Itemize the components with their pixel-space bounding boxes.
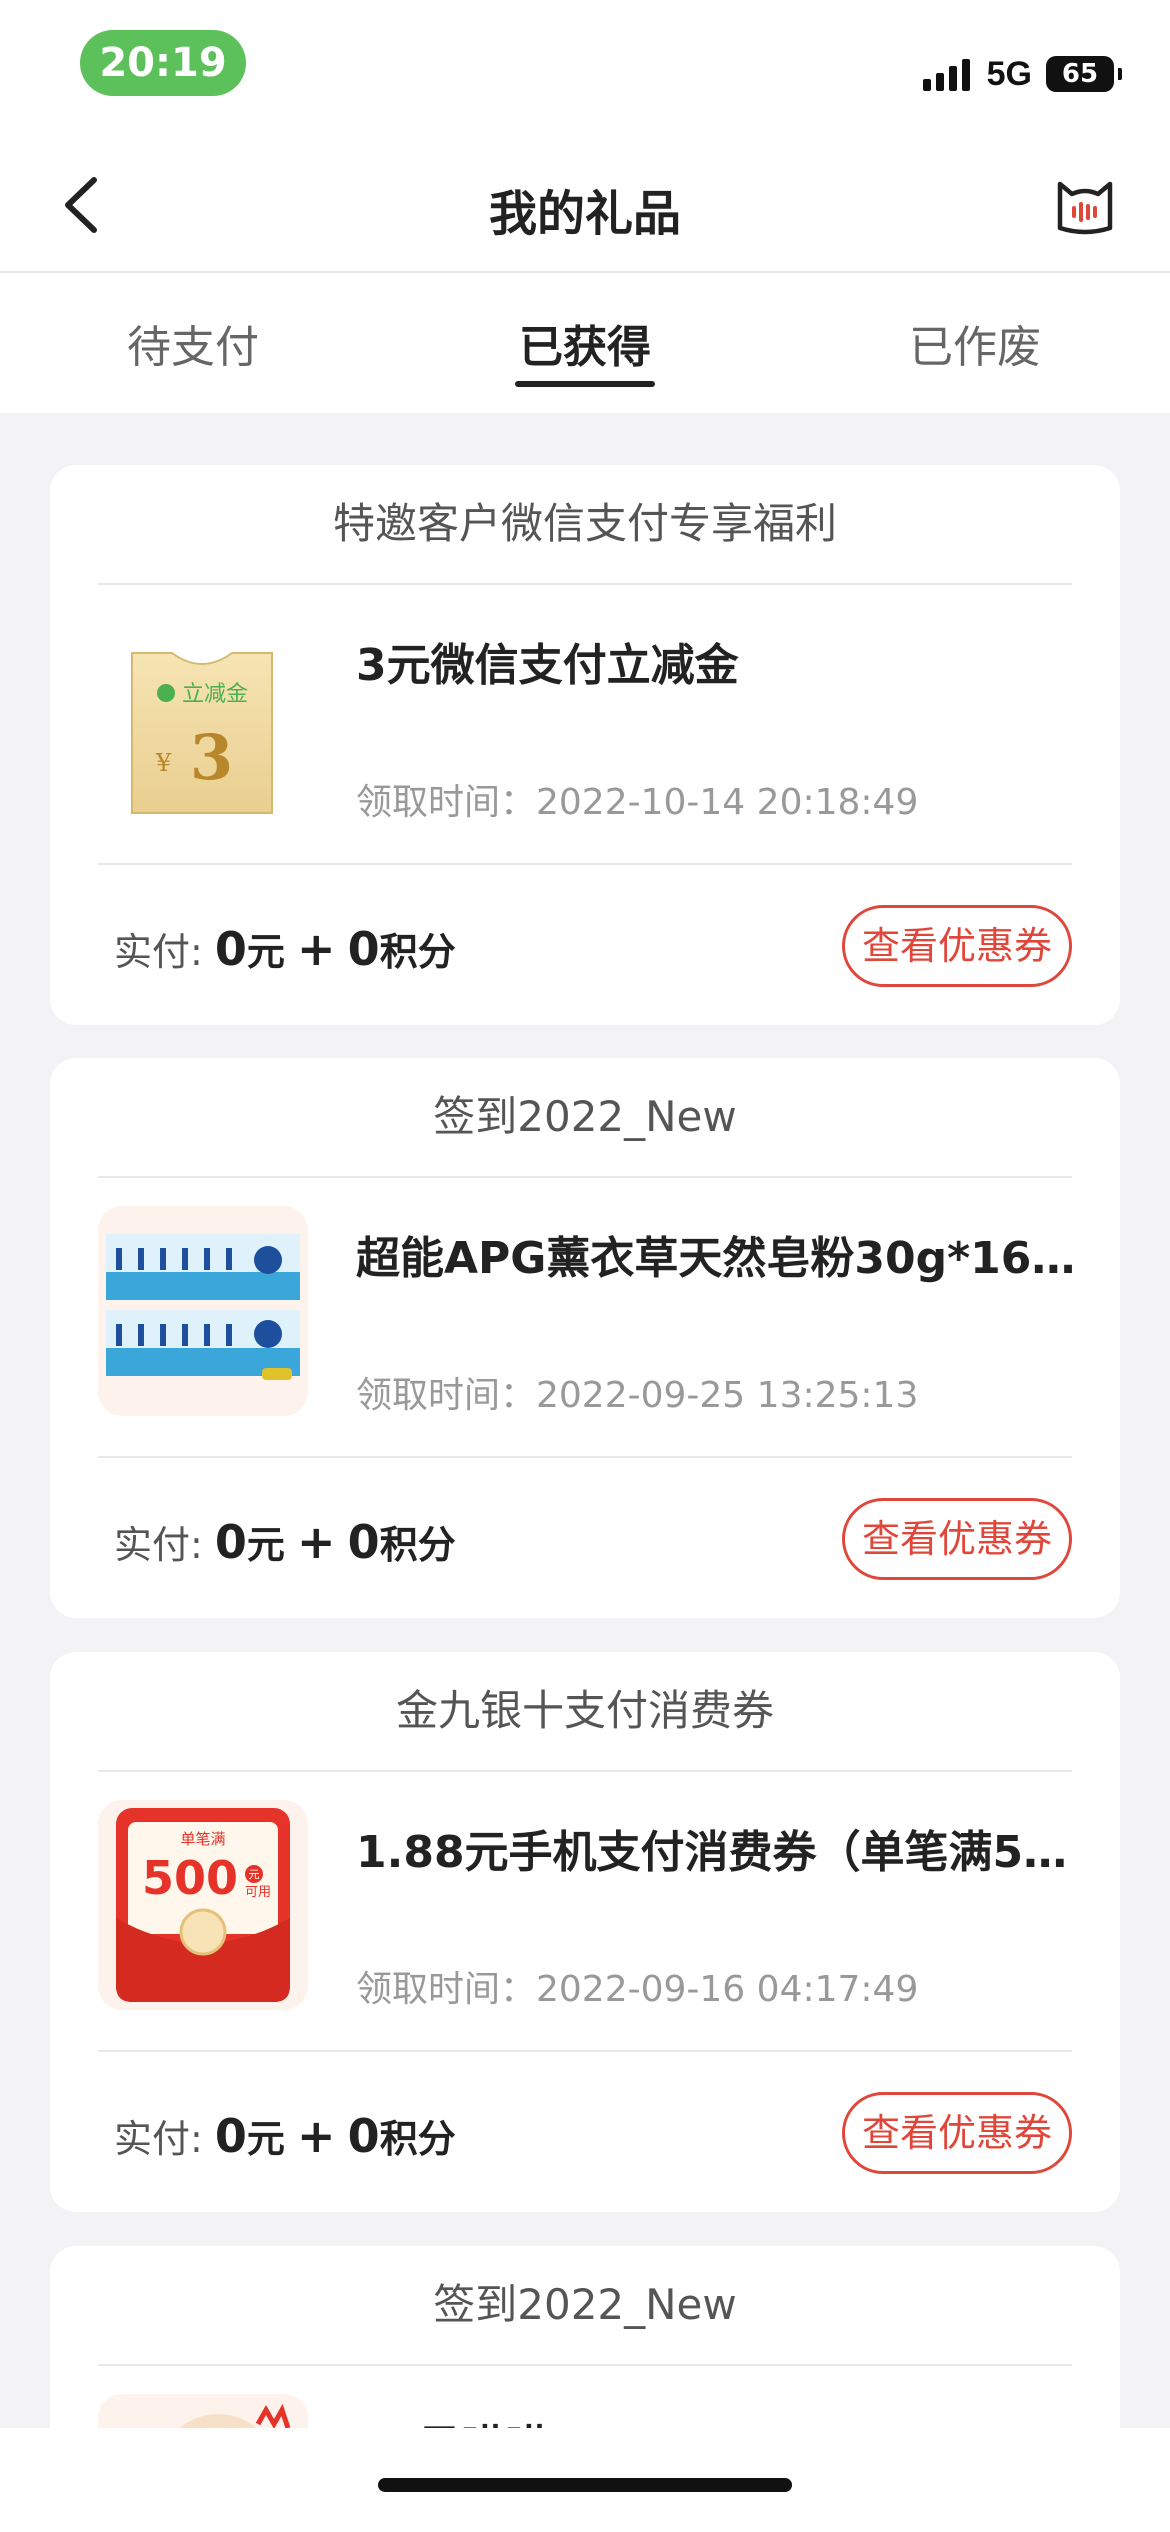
svg-text:3: 3 [190,721,233,794]
gift-thumbnail: 单笔满 500 元 可用 [98,1800,308,2010]
nav-bar: 我的礼品 [0,130,1170,273]
gift-card: 特邀客户微信支付专享福利 立减金 ¥ 3 3元微信支付立减金 领取时间：2022… [50,465,1120,1025]
svg-text:500: 500 [142,1851,238,1905]
payment-summary: 实付: 0元 + 0积分 [114,922,456,976]
payment-summary: 实付: 0元 + 0积分 [114,1515,456,1569]
red-envelope-image: 单笔满 500 元 可用 [116,1808,290,2002]
wechat-coupon-image: 立减金 ¥ 3 [131,652,273,814]
payment-row: 实付: 0元 + 0积分 查看优惠券 [50,2052,1120,2212]
tab-pending-payment[interactable]: 待支付 [63,311,323,375]
gift-card: 金九银十支付消费券 单笔满 500 元 可用 1.88元手机支付消费券（单笔满5… [50,1652,1120,2212]
payment-row: 实付: 0元 + 0积分 查看优惠券 [50,1458,1120,1618]
gift-card: 签到2022_New 超能APG薰衣草天然皂粉30g*16… 领取时间：2022… [50,1058,1120,1618]
network-label: 5G [986,54,1032,93]
status-time: 20:19 [80,30,246,96]
card-header: 签到2022_New [433,1092,737,1141]
gift-name: 1.88元手机支付消费券（单笔满5… [356,1827,1068,1878]
status-indicators: 5G 65 [922,44,1122,104]
svg-text:单笔满: 单笔满 [180,1830,225,1848]
customer-service-button[interactable] [1052,170,1118,236]
gift-claim-time: 领取时间：2022-09-16 04:17:49 [356,1969,919,2010]
signal-icon [922,57,975,91]
gift-row[interactable]: 立减金 ¥ 3 3元微信支付立减金 领取时间：2022-10-14 20:18:… [50,585,1120,863]
svg-text:立减金: 立减金 [182,682,248,707]
svg-text:可用: 可用 [245,1885,271,1900]
home-indicator[interactable] [378,2478,792,2492]
payment-row: 实付: 0元 + 0积分 查看优惠券 [50,865,1120,1025]
cat-face-icon [1057,181,1113,235]
card-header: 特邀客户微信支付专享福利 [332,499,837,548]
status-bar: 20:19 5G 65 [0,0,1170,130]
gift-thumbnail: 立减金 ¥ 3 [98,613,308,823]
battery-icon: 65 [1046,56,1122,92]
gift-row[interactable]: 超能APG薰衣草天然皂粉30g*16… 领取时间：2022-09-25 13:2… [50,1178,1120,1456]
tab-obtained[interactable]: 已获得 [455,311,715,375]
page-title: 我的礼品 [488,186,681,242]
card-header: 金九银十支付消费券 [395,1686,774,1735]
view-coupon-button[interactable]: 查看优惠券 [842,905,1072,987]
card-header: 签到2022_New [433,2280,737,2329]
view-coupon-button[interactable]: 查看优惠券 [842,2092,1072,2174]
active-tab-indicator [515,381,655,387]
soap-powder-image [106,1234,300,1380]
gift-name: 3元微信支付立减金 [356,640,739,691]
svg-text:¥: ¥ [155,749,172,777]
tab-voided[interactable]: 已作废 [845,311,1105,375]
gift-name: 超能APG薰衣草天然皂粉30g*16… [356,1233,1076,1284]
view-coupon-button[interactable]: 查看优惠券 [842,1498,1072,1580]
gift-claim-time: 领取时间：2022-10-14 20:18:49 [356,782,919,823]
home-indicator-area [0,2428,1170,2532]
tab-bar: 待支付 已获得 已作废 [0,273,1170,413]
payment-summary: 实付: 0元 + 0积分 [114,2109,456,2163]
svg-text:元: 元 [249,1868,260,1881]
gift-thumbnail [98,1206,308,1416]
gift-claim-time: 领取时间：2022-09-25 13:25:13 [356,1375,919,1416]
gift-row[interactable]: 单笔满 500 元 可用 1.88元手机支付消费券（单笔满5… 领取时间：202… [50,1772,1120,2050]
